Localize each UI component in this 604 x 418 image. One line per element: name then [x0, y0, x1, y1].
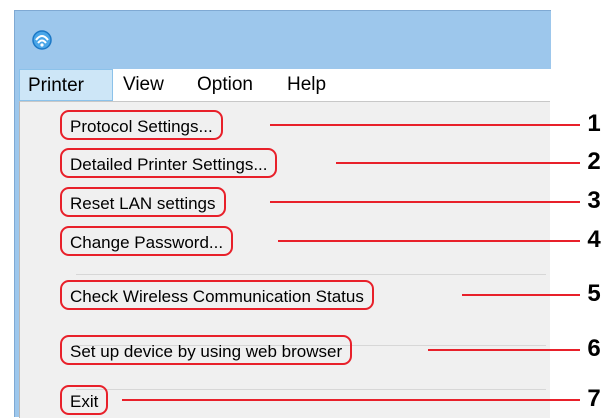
menu-item-reset-lan-settings[interactable]: Reset LAN settings: [60, 187, 226, 217]
menu-separator: [76, 274, 546, 275]
callout-line-7: [122, 399, 580, 401]
menu-bar: Printer View Option Help: [19, 69, 555, 101]
menu-item-detailed-printer-settings[interactable]: Detailed Printer Settings...: [60, 148, 278, 178]
callout-number-1: 1: [587, 110, 601, 137]
callout-line-3: [270, 201, 580, 203]
menu-item-protocol-settings[interactable]: Protocol Settings...: [60, 110, 223, 140]
menu-item-setup-web-browser[interactable]: Set up device by using web browser: [60, 335, 353, 365]
callout-number-3: 3: [587, 187, 601, 214]
menu-separator: [76, 389, 546, 390]
menu-item-change-password[interactable]: Change Password...: [60, 226, 234, 256]
callout-line-6: [428, 349, 580, 351]
menu-help[interactable]: Help: [279, 69, 334, 101]
callout-line-1: [270, 124, 580, 126]
menu-view[interactable]: View: [115, 69, 172, 101]
menu-printer[interactable]: Printer: [19, 69, 113, 101]
callout-line-4: [278, 240, 580, 242]
callout-line-5: [462, 294, 580, 296]
menu-item-check-wireless-status[interactable]: Check Wireless Communication Status: [60, 280, 374, 310]
callout-line-2: [336, 162, 580, 164]
printer-network-icon: [32, 30, 52, 50]
menu-item-exit[interactable]: Exit: [60, 385, 109, 415]
callout-number-4: 4: [587, 226, 601, 253]
callout-number-7: 7: [587, 385, 601, 412]
menu-option[interactable]: Option: [189, 69, 261, 101]
callout-number-6: 6: [587, 335, 601, 362]
callout-number-5: 5: [587, 280, 601, 307]
callout-number-2: 2: [587, 148, 601, 175]
